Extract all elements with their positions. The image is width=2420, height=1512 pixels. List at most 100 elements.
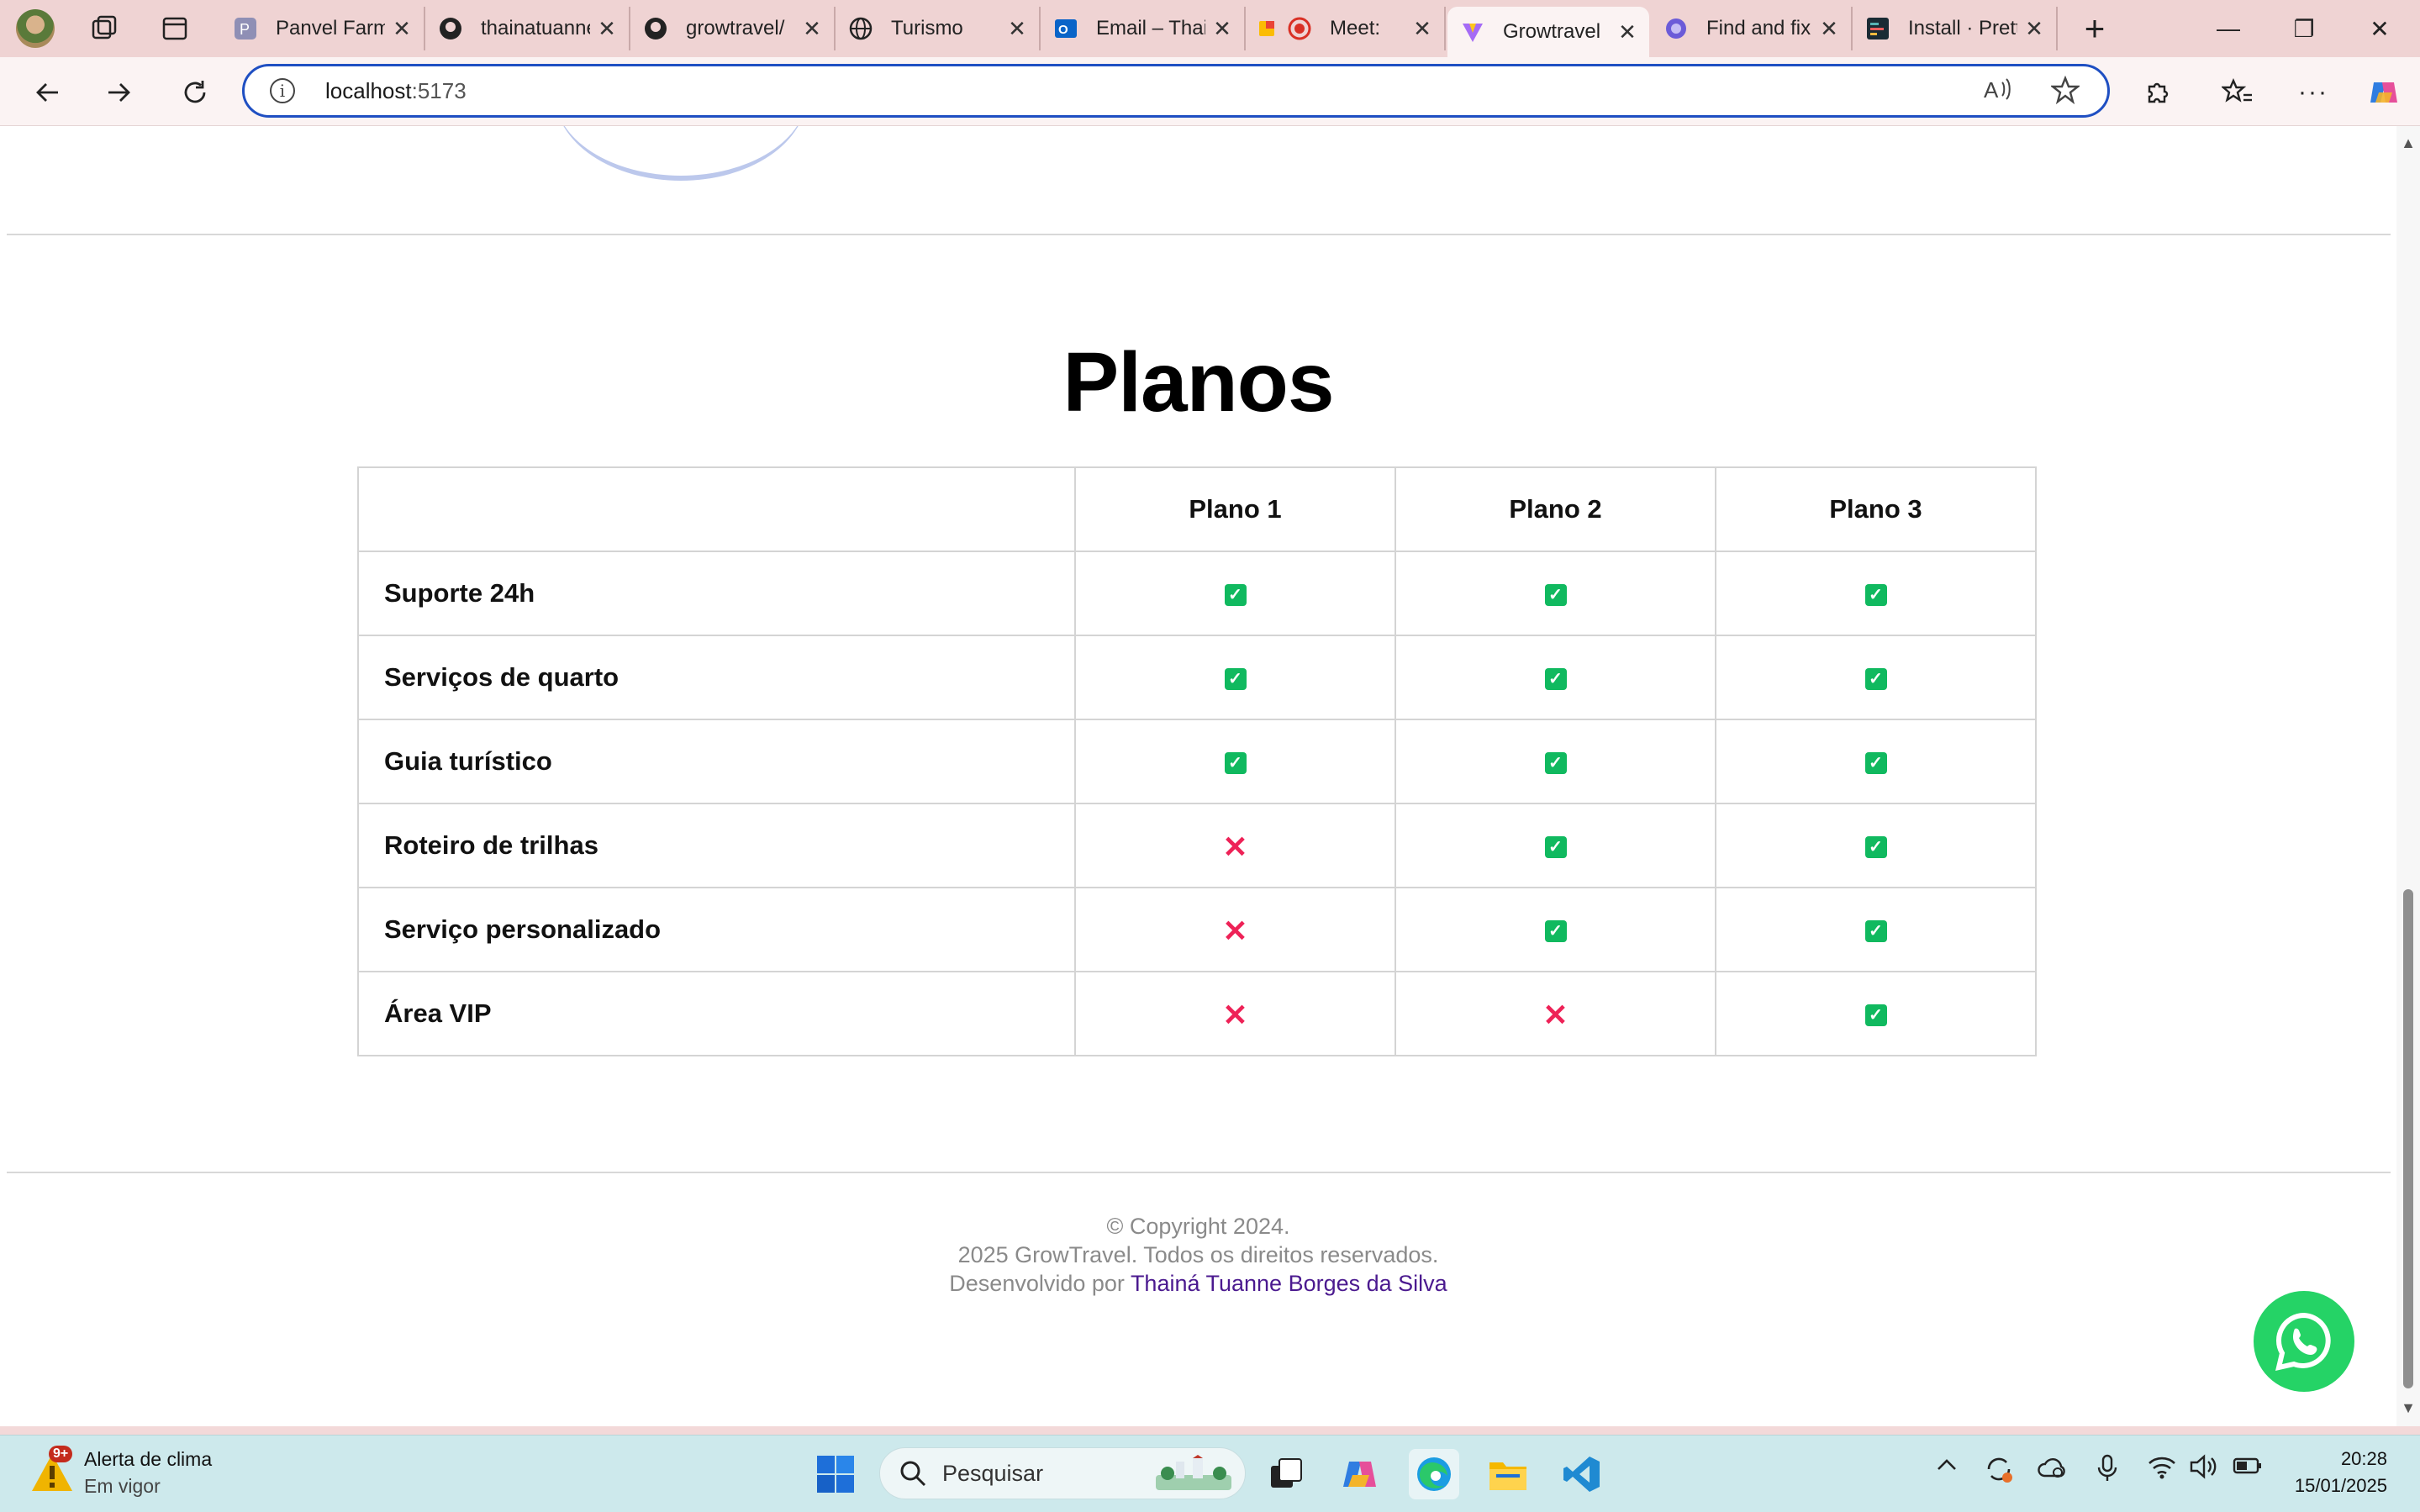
check-icon: ✓	[1864, 1004, 1887, 1026]
check-icon: ✓	[1544, 583, 1567, 606]
forward-button[interactable]	[98, 71, 141, 114]
outlook-icon: O	[1052, 15, 1079, 42]
vscode-icon[interactable]	[1557, 1449, 1607, 1499]
close-icon[interactable]: ✕	[1212, 16, 1232, 42]
scrollbar-thumb[interactable]	[2403, 889, 2413, 1388]
address-bar[interactable]: i localhost:5173	[242, 64, 2110, 118]
new-tab-button[interactable]: +	[2075, 8, 2115, 49]
developer-line: Desenvolvido por Thainá Tuanne Borges da…	[0, 1269, 2396, 1298]
tab-panvel[interactable]: P Panvel Farmácias ✕	[220, 7, 425, 50]
clock-date: 15/01/2025	[2294, 1475, 2387, 1496]
feature-name: Serviços de quarto	[357, 635, 1076, 720]
avatar	[16, 9, 55, 48]
svg-text:A: A	[1984, 77, 1999, 103]
close-icon[interactable]: ✕	[1617, 19, 1637, 45]
more-options-icon[interactable]: ···	[2291, 71, 2335, 114]
plan-cell: ✓	[1715, 719, 2037, 804]
forward-arrow-icon	[108, 83, 130, 102]
tab-growtravel[interactable]: Growtravel ✕	[1447, 7, 1649, 57]
author-link[interactable]: Thainá Tuanne Borges da Silva	[1131, 1271, 1447, 1296]
tab-turismo[interactable]: Turismo ✕	[836, 7, 1041, 50]
taskbar-search[interactable]: Pesquisar	[879, 1447, 1246, 1499]
browser-toolbar: i localhost:5173 A ···	[0, 57, 2420, 126]
vertical-tabs-icon[interactable]	[155, 8, 195, 49]
tab-github-repo[interactable]: growtravel/ ✕	[630, 7, 836, 50]
plan-cell: ✕	[1074, 971, 1396, 1056]
read-aloud-icon[interactable]: A	[1982, 76, 2012, 109]
tab-github-profile[interactable]: thainatuanne ✕	[425, 7, 630, 50]
tab-email[interactable]: O Email – Thainá ✕	[1041, 7, 1246, 50]
developer-prefix: Desenvolvido por	[949, 1271, 1131, 1296]
close-icon[interactable]: ✕	[2024, 16, 2044, 42]
edge-app-icon[interactable]	[1409, 1449, 1459, 1499]
copilot-button-icon[interactable]	[2362, 71, 2406, 114]
tab-find-and-fix[interactable]: Find and fix ✕	[1651, 7, 1853, 50]
favorite-star-icon[interactable]	[2049, 75, 2081, 111]
microphone-icon[interactable]	[2096, 1454, 2118, 1489]
window-close-button[interactable]: ✕	[2342, 0, 2417, 57]
tab-label: thainatuanne	[481, 17, 590, 40]
site-info-icon[interactable]: i	[270, 78, 295, 103]
close-icon[interactable]: ✕	[597, 16, 617, 42]
plan-cell: ✓	[1715, 971, 2037, 1056]
feature-name: Roteiro de trilhas	[357, 803, 1076, 888]
vite-icon	[1459, 18, 1486, 45]
favorites-icon[interactable]	[2216, 71, 2259, 114]
feature-name: Área VIP	[357, 971, 1076, 1056]
profile-avatar[interactable]	[15, 8, 55, 49]
minimize-button[interactable]: —	[2191, 0, 2266, 57]
close-icon[interactable]: ✕	[392, 16, 412, 42]
prettier-icon	[1864, 15, 1891, 42]
close-icon[interactable]: ✕	[1007, 16, 1027, 42]
plan-cell: ✓	[1395, 635, 1716, 720]
extensions-icon[interactable]	[2135, 71, 2179, 114]
close-icon[interactable]: ✕	[1412, 16, 1432, 42]
start-button[interactable]	[810, 1449, 861, 1499]
copilot-app-icon[interactable]	[1335, 1449, 1385, 1499]
search-highlight-icon	[1156, 1455, 1231, 1490]
sync-icon[interactable]	[1984, 1454, 2014, 1491]
weather-widget[interactable]: 9+ Alerta de clima Em vigor	[30, 1446, 212, 1499]
task-view-icon[interactable]	[1261, 1449, 1311, 1499]
volume-icon[interactable]	[2189, 1454, 2219, 1486]
tab-install-prettier[interactable]: Install · Prettier ✕	[1853, 7, 2058, 50]
whatsapp-button[interactable]	[2254, 1291, 2354, 1392]
tab-label: Growtravel	[1503, 20, 1601, 43]
wifi-icon[interactable]	[2147, 1454, 2177, 1486]
scroll-up-arrow-icon[interactable]: ▲	[2400, 134, 2417, 151]
svg-text:P: P	[240, 21, 250, 38]
copilot-icon	[1663, 15, 1690, 42]
decorative-arc	[555, 126, 807, 181]
vertical-scrollbar[interactable]: ▲ ▼	[2396, 126, 2420, 1426]
plan-cell: ✓	[1715, 887, 2037, 972]
scroll-down-arrow-icon[interactable]: ▼	[2400, 1399, 2417, 1416]
feature-name: Serviço personalizado	[357, 887, 1076, 972]
tab-strip: P Panvel Farmácias ✕ thainatuanne ✕ grow…	[0, 0, 2420, 57]
column-header-plano-3: Plano 3	[1715, 466, 2037, 552]
tab-meet[interactable]: Meet: ✕	[1246, 7, 1446, 50]
cross-icon: ✕	[1222, 997, 1248, 1032]
search-placeholder: Pesquisar	[942, 1460, 1044, 1486]
plan-cell: ✕	[1074, 887, 1396, 972]
feature-name: Guia turístico	[357, 719, 1076, 804]
rights-line: 2025 GrowTravel. Todos os direitos reser…	[957, 1242, 1439, 1267]
workspaces-icon[interactable]	[84, 8, 124, 49]
battery-icon[interactable]	[2233, 1454, 2263, 1483]
tab-label: Find and fix	[1706, 17, 1811, 40]
check-icon: ✓	[1864, 667, 1887, 690]
cloud-network-icon[interactable]	[2038, 1454, 2068, 1488]
show-hidden-icons-icon[interactable]	[1935, 1454, 1959, 1484]
refresh-icon	[184, 81, 206, 103]
refresh-button[interactable]	[173, 71, 217, 114]
table-corner-cell	[357, 466, 1076, 552]
tab-label: Turismo	[891, 17, 963, 40]
plan-cell: ✓	[1074, 719, 1396, 804]
weather-subtitle: Em vigor	[84, 1475, 161, 1497]
close-icon[interactable]: ✕	[1819, 16, 1839, 42]
back-button[interactable]	[25, 71, 69, 114]
restore-button[interactable]: ❐	[2266, 0, 2342, 57]
file-explorer-icon[interactable]	[1483, 1449, 1533, 1499]
system-clock[interactable]: 20:28 15/01/2025	[2286, 1446, 2387, 1499]
close-icon[interactable]: ✕	[802, 16, 822, 42]
tab-label: Panvel Farmácias	[276, 17, 385, 40]
